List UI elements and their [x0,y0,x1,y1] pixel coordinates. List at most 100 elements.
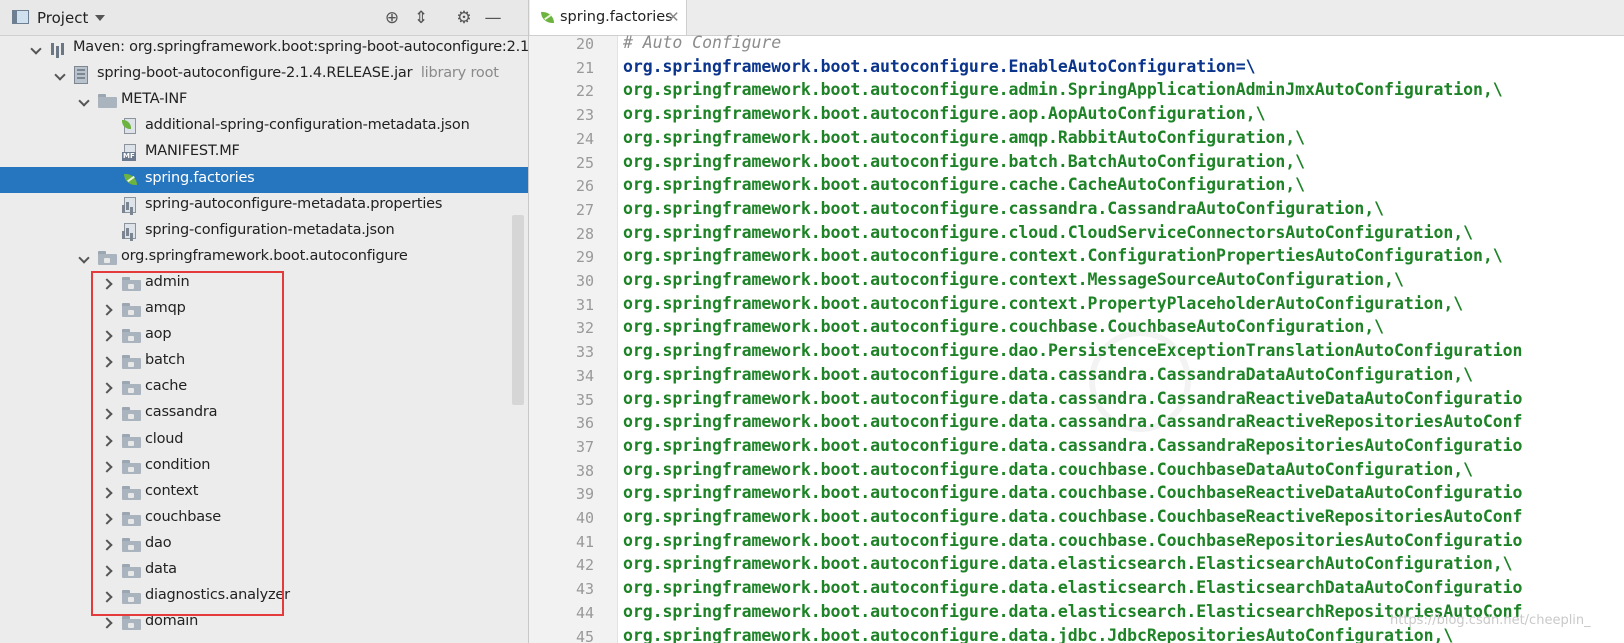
package-dot [128,493,134,498]
code-line[interactable]: org.springframework.boot.autoconfigure.c… [623,175,1305,194]
chevron-right-icon[interactable] [102,617,114,629]
code-line[interactable]: org.springframework.boot.autoconfigure.d… [623,460,1473,479]
code-line[interactable]: org.springframework.boot.autoconfigure.a… [623,80,1503,99]
package-icon [122,564,141,578]
code-line[interactable]: # Auto Configure [623,33,781,52]
tree-item-label: spring-configuration-metadata.json [145,222,395,238]
line-number: 35 [575,391,594,409]
tree-row[interactable]: aop [0,323,528,349]
chevron-right-icon[interactable] [102,591,114,603]
code-line[interactable]: org.springframework.boot.autoconfigure.c… [623,294,1463,313]
manifest-icon [122,144,140,162]
code-line[interactable]: org.springframework.boot.autoconfigure.a… [623,104,1266,123]
code-line[interactable]: org.springframework.boot.autoconfigure.c… [623,246,1503,265]
tree-row[interactable]: dao [0,532,528,558]
code-line[interactable]: org.springframework.boot.autoconfigure.d… [623,507,1522,526]
code-line[interactable]: org.springframework.boot.autoconfigure.c… [623,317,1384,336]
tree-item-label: diagnostics.analyzer [145,587,290,603]
line-number: 22 [575,82,594,100]
code-line[interactable]: org.springframework.boot.autoconfigure.d… [623,389,1522,408]
line-number: 44 [575,604,594,622]
tree-row[interactable]: cache [0,375,528,401]
chevron-right-icon[interactable] [102,565,114,577]
code-line[interactable]: org.springframework.boot.autoconfigure.d… [623,365,1473,384]
tree-row[interactable]: org.springframework.boot.autoconfigure [0,245,528,271]
tree-row[interactable]: META-INF [0,88,528,114]
chevron-right-icon[interactable] [102,513,114,525]
chevron-right-icon[interactable] [102,330,114,342]
chevron-down-icon[interactable] [54,69,66,81]
chevron-down-icon[interactable] [78,252,90,264]
tree-row[interactable]: amqp [0,297,528,323]
code-line[interactable]: org.springframework.boot.autoconfigure.d… [623,626,1453,643]
locate-target-icon[interactable]: ⊕ [382,8,402,28]
code-line[interactable]: org.springframework.boot.autoconfigure.d… [623,436,1522,455]
tree-item-label: META-INF [121,91,188,107]
package-icon [122,277,141,291]
tree-row[interactable]: MANIFEST.MF [0,140,528,166]
chevron-right-icon[interactable] [102,539,114,551]
jar-icon [74,66,88,84]
package-dot [128,414,134,419]
line-number: 41 [575,533,594,551]
chevron-down-icon[interactable] [30,43,42,55]
code-line[interactable]: org.springframework.boot.autoconfigure.c… [623,270,1404,289]
code-line[interactable]: org.springframework.boot.autoconfigure.d… [623,554,1513,573]
code-line[interactable]: org.springframework.boot.autoconfigure.d… [623,578,1522,597]
tree-row[interactable]: condition [0,454,528,480]
gear-icon[interactable]: ⚙ [454,8,474,28]
tree-row[interactable]: spring-configuration-metadata.json [0,219,528,245]
tree-row[interactable]: additional-spring-configuration-metadata… [0,114,528,140]
project-view-selector[interactable]: Project [37,9,88,27]
package-dot [128,623,134,628]
tree-row[interactable]: data [0,558,528,584]
tree-row[interactable]: batch [0,349,528,375]
tree-row[interactable]: admin [0,271,528,297]
chevron-right-icon[interactable] [102,304,114,316]
line-number: 33 [575,343,594,361]
code-line[interactable]: org.springframework.boot.autoconfigure.d… [623,412,1522,431]
line-number: 43 [575,580,594,598]
code-line[interactable]: org.springframework.boot.autoconfigure.c… [623,199,1384,218]
tree-row[interactable]: domain [0,610,528,636]
line-number: 31 [575,296,594,314]
tree-row[interactable]: Maven: org.springframework.boot:spring-b… [0,36,528,62]
chevron-right-icon[interactable] [102,461,114,473]
chevron-right-icon[interactable] [102,487,114,499]
tree-row[interactable]: diagnostics.analyzer [0,584,528,610]
tree-row[interactable]: spring.factories [0,167,528,193]
chevron-right-icon[interactable] [102,408,114,420]
close-icon[interactable]: ✕ [667,8,680,26]
tree-row[interactable]: spring-boot-autoconfigure-2.1.4.RELEASE.… [0,62,528,88]
code-area[interactable]: # Auto Configure org.springframework.boot… [623,33,1624,643]
code-line[interactable]: org.springframework.boot.autoconfigure.d… [623,483,1522,502]
tree-row[interactable]: spring-autoconfigure-metadata.properties [0,193,528,219]
minimize-icon[interactable]: — [483,8,503,28]
line-number: 25 [575,154,594,172]
package-icon [122,538,141,552]
chevron-right-icon[interactable] [102,278,114,290]
chevron-right-icon[interactable] [102,356,114,368]
tree-row[interactable]: cloud [0,428,528,454]
spring-json-icon [122,118,139,136]
chevron-right-icon[interactable] [102,435,114,447]
code-line[interactable]: org.springframework.boot.autoconfigure.c… [623,223,1473,242]
package-dot [128,519,134,524]
chevron-right-icon[interactable] [102,382,114,394]
package-dot [128,467,134,472]
chevron-down-icon[interactable] [78,95,90,107]
chevron-down-icon[interactable] [95,15,105,21]
tab-spring-factories[interactable]: spring.factories ✕ [530,0,687,35]
tree-row[interactable]: couchbase [0,506,528,532]
code-line[interactable]: org.springframework.boot.autoconfigure.E… [623,57,1256,76]
collapse-all-icon[interactable]: ⇕ [411,8,431,28]
code-line[interactable]: org.springframework.boot.autoconfigure.b… [623,152,1305,171]
tree-item-label: cloud [145,431,184,447]
code-line[interactable]: org.springframework.boot.autoconfigure.a… [623,128,1305,147]
code-line[interactable]: org.springframework.boot.autoconfigure.d… [623,602,1522,621]
code-line[interactable]: org.springframework.boot.autoconfigure.d… [623,531,1522,550]
project-tree-scrollbar[interactable] [512,215,524,405]
tree-row[interactable]: cassandra [0,401,528,427]
code-line[interactable]: org.springframework.boot.autoconfigure.d… [623,341,1522,360]
tree-row[interactable]: context [0,480,528,506]
